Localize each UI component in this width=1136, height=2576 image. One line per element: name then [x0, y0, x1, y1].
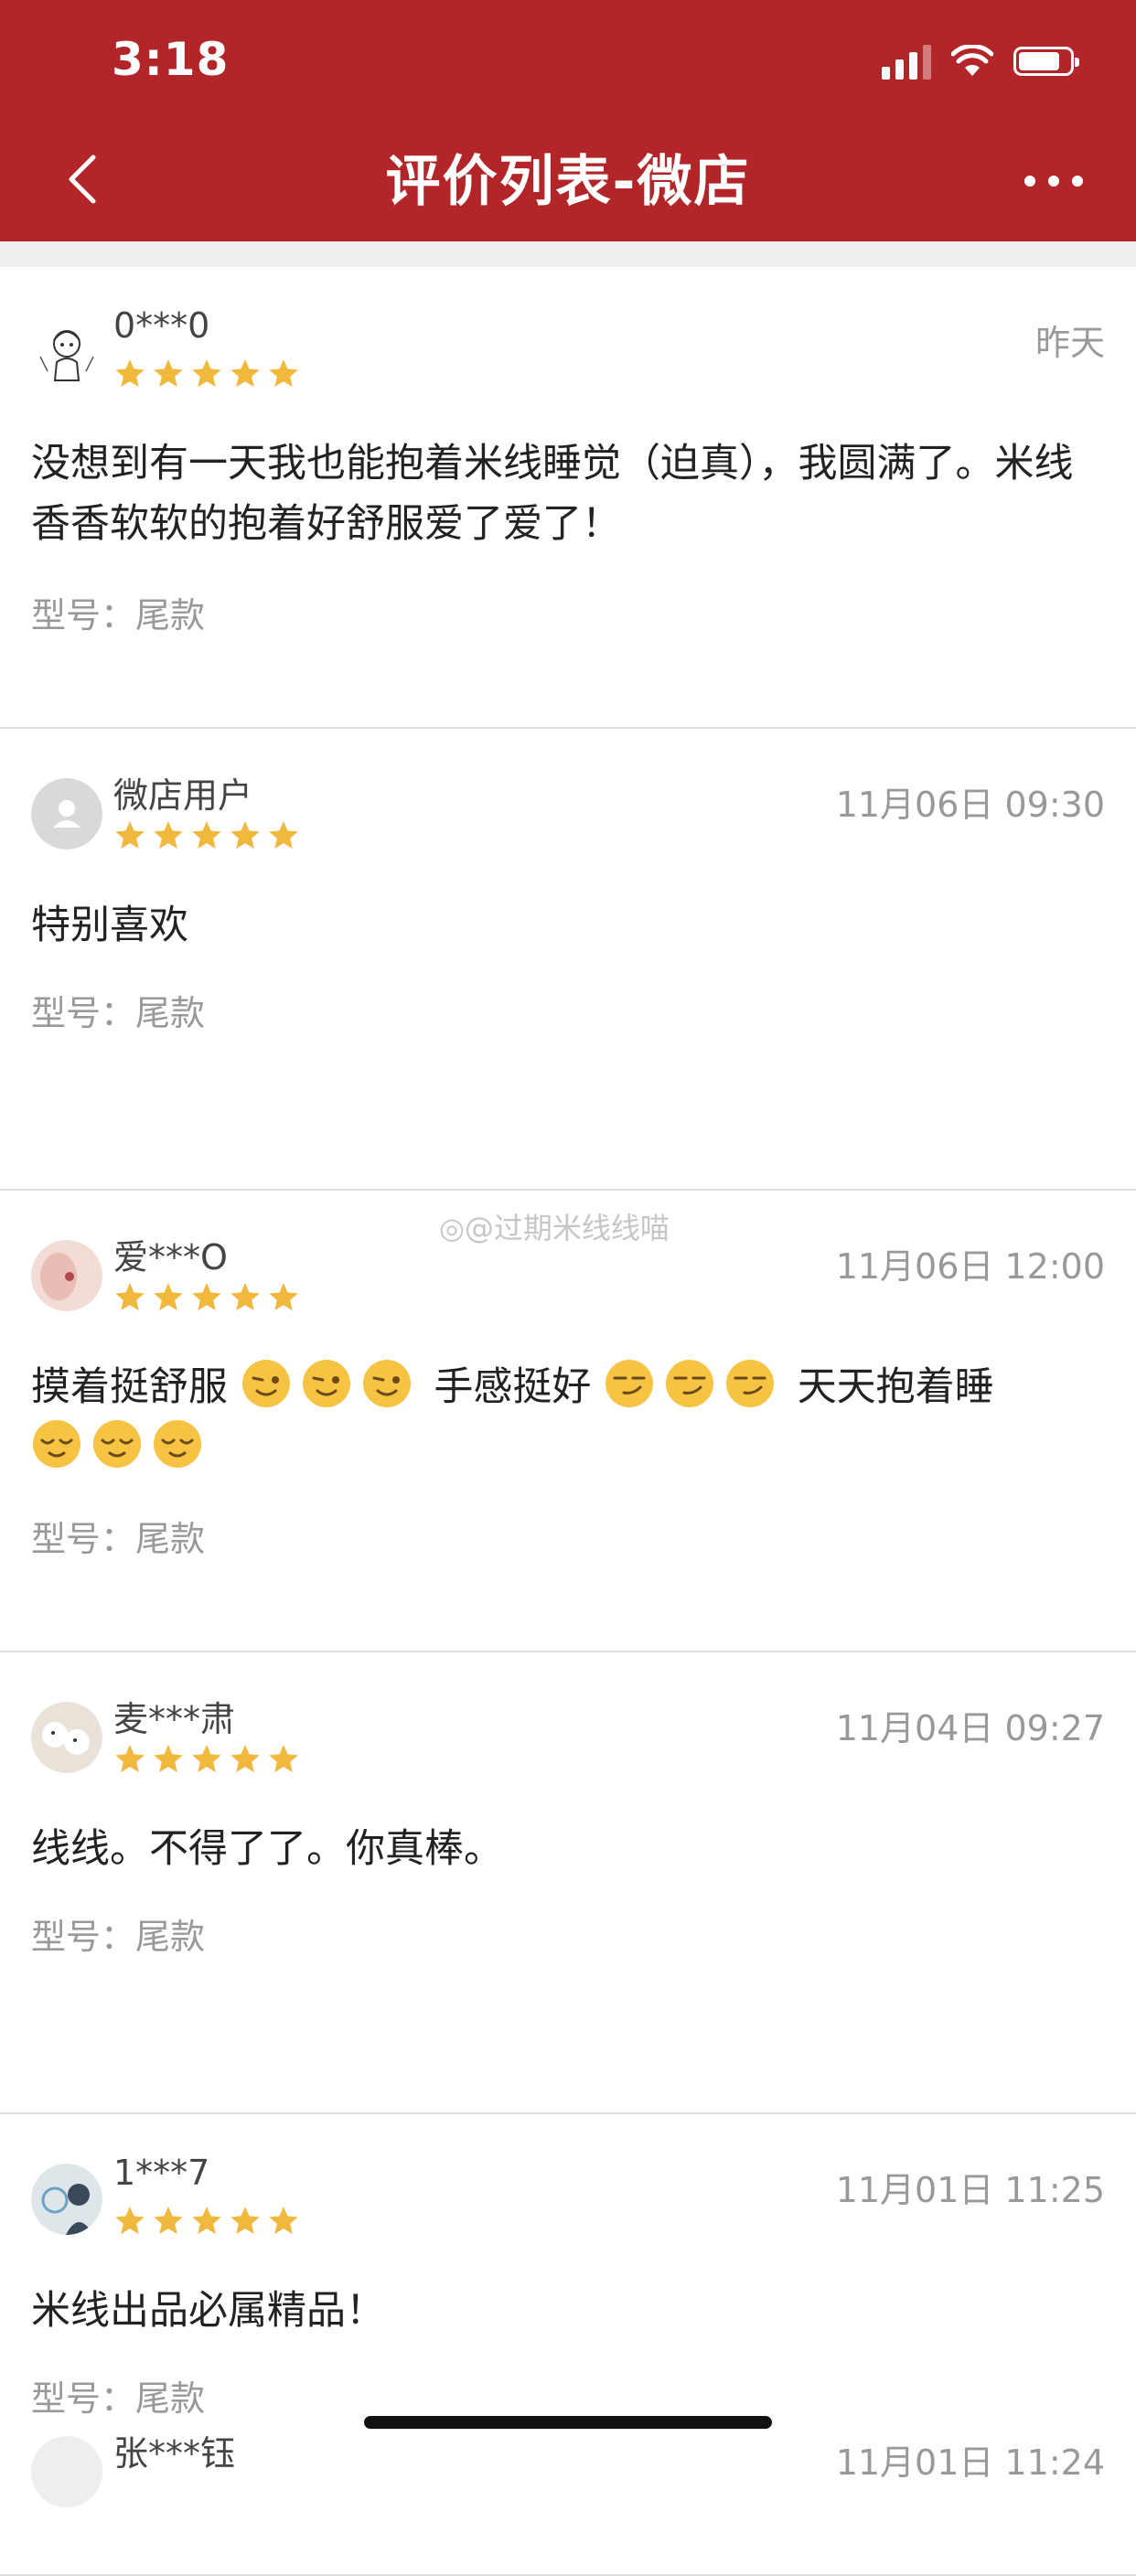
review-item: 0***0 昨天 没想到有一天我也能抱着米线睡觉（迫真），我圆满了。米线香香软软… — [0, 267, 1136, 729]
battery-icon — [1013, 47, 1079, 76]
review-content: 米线出品必属精品！ — [31, 2288, 385, 2334]
star-rating — [113, 357, 300, 390]
review-list: 0***0 昨天 没想到有一天我也能抱着米线睡觉（迫真），我圆满了。米线香香软软… — [0, 267, 1136, 2576]
smirking-face-icon — [666, 1360, 714, 1407]
star-icon — [115, 821, 145, 849]
star-icon — [269, 2207, 298, 2234]
review-spec: 型号：尾款 — [31, 1917, 206, 1957]
review-time: 11月01日 11:24 — [835, 2442, 1105, 2483]
wifi-icon — [951, 45, 993, 76]
winking-face-icon — [362, 1360, 411, 1407]
page-title: 评价列表-微店 — [385, 150, 751, 214]
smirking-face-icon — [726, 1360, 775, 1407]
star-icon — [154, 359, 183, 387]
star-icon — [154, 2207, 183, 2234]
review-spec: 型号：尾款 — [31, 595, 206, 636]
status-icons — [882, 40, 1079, 82]
avatar[interactable] — [31, 778, 102, 850]
avatar[interactable] — [31, 1240, 102, 1311]
star-icon — [230, 821, 260, 849]
avatar[interactable] — [31, 2436, 102, 2507]
review-item: 麦***肃 11月04日 09:27 线线。不得了了。你真棒。 型号：尾款 — [0, 1652, 1136, 2114]
star-rating — [113, 1742, 300, 1775]
review-content: 线线。不得了了。你真棒。 — [31, 1826, 503, 1872]
content-text: 摸着挺舒服 — [31, 1364, 228, 1410]
star-icon — [230, 1283, 260, 1310]
star-icon — [115, 1283, 145, 1310]
content-text: 手感挺好 — [434, 1364, 592, 1410]
star-icon — [230, 1745, 260, 1772]
review-spec: 型号：尾款 — [31, 2378, 206, 2419]
star-icon — [269, 359, 298, 387]
star-icon — [154, 1745, 183, 1772]
weibo-icon: ◎ — [439, 1211, 465, 1245]
star-icon — [230, 2207, 260, 2234]
star-icon — [230, 359, 260, 387]
app-header: 3:18 评价列表-微店 — [0, 0, 1136, 241]
star-icon — [154, 821, 183, 849]
relieved-face-icon — [154, 1420, 201, 1468]
review-time: 昨天 — [1034, 323, 1105, 363]
star-icon — [115, 2207, 145, 2234]
winking-face-icon — [302, 1360, 350, 1407]
star-icon — [192, 359, 221, 387]
review-spec: 型号：尾款 — [31, 993, 206, 1033]
review-time: 11月06日 12:00 — [835, 1246, 1105, 1287]
review-item: 1***7 11月01日 11:25 米线出品必属精品！ 型号：尾款 — [0, 2114, 1136, 2576]
username: 1***7 — [113, 2153, 210, 2193]
review-item: 微店用户 11月06日 09:30 特别喜欢 型号：尾款 — [0, 729, 1136, 1191]
star-icon — [192, 2207, 221, 2234]
star-rating — [113, 1280, 300, 1313]
star-rating — [113, 2204, 300, 2237]
status-time: 3:18 — [112, 33, 230, 86]
smirking-face-icon — [606, 1360, 654, 1407]
star-icon — [269, 1745, 298, 1772]
avatar[interactable] — [31, 2164, 102, 2235]
more-icon[interactable] — [1024, 165, 1083, 198]
star-icon — [269, 821, 298, 849]
signal-icon — [882, 43, 931, 80]
star-icon — [192, 821, 221, 849]
username: 爱***O — [113, 1237, 228, 1277]
home-indicator[interactable] — [364, 2416, 772, 2429]
star-icon — [192, 1283, 221, 1310]
avatar[interactable] — [31, 316, 102, 388]
avatar[interactable] — [31, 1702, 102, 1773]
review-item: 爱***O 11月06日 12:00 摸着挺舒服 手感挺好 天天抱着睡 型号：尾… — [0, 1191, 1136, 1652]
watermark: ◎@过期米线线喵 — [439, 1211, 670, 1245]
star-icon — [192, 1745, 221, 1772]
review-time: 11月04日 09:27 — [835, 1708, 1105, 1748]
review-content: 特别喜欢 — [31, 903, 188, 948]
review-content: 没想到有一天我也能抱着米线睡觉（迫真），我圆满了。米线香香软软的抱着好舒服爱了爱… — [31, 441, 1074, 547]
relieved-face-icon — [93, 1420, 141, 1468]
relieved-face-icon — [33, 1420, 80, 1468]
username: 微店用户 — [113, 775, 253, 816]
star-icon — [115, 1745, 145, 1772]
username: 麦***肃 — [113, 1699, 236, 1739]
star-icon — [269, 1283, 298, 1310]
star-rating — [113, 818, 300, 851]
star-icon — [115, 359, 145, 387]
divider — [0, 241, 1136, 267]
username: 张***钰 — [113, 2433, 236, 2474]
winking-face-icon — [241, 1360, 290, 1407]
review-content: 摸着挺舒服 手感挺好 天天抱着睡 — [31, 1357, 1105, 1478]
star-icon — [154, 1283, 183, 1310]
content-text: 天天抱着睡 — [797, 1364, 994, 1410]
review-time: 11月06日 09:30 — [835, 785, 1105, 825]
username: 0***0 — [113, 305, 210, 346]
review-time: 11月01日 11:25 — [835, 2170, 1105, 2210]
review-spec: 型号：尾款 — [31, 1519, 206, 1559]
